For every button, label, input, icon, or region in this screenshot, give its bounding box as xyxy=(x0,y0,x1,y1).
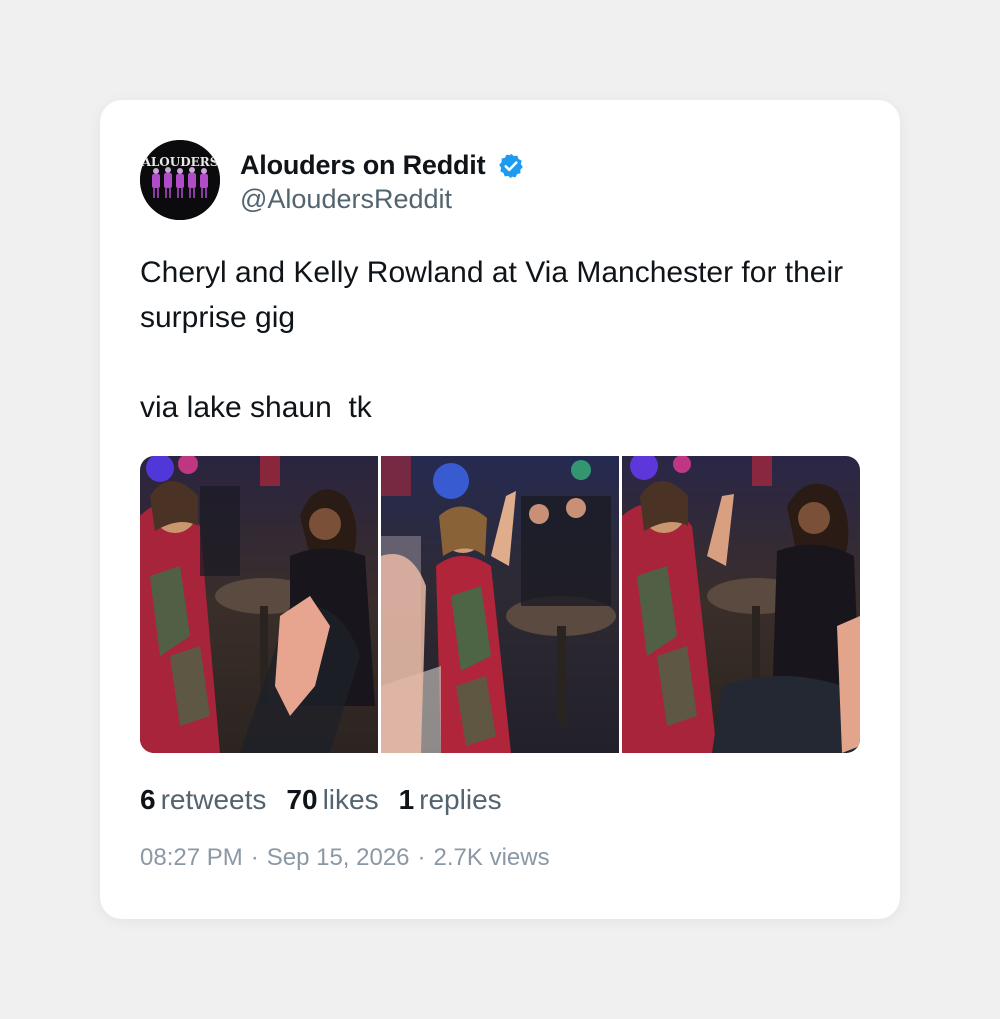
retweets-count: 6 xyxy=(140,784,156,815)
media-photo-3[interactable] xyxy=(622,456,860,753)
likes-label: likes xyxy=(322,784,379,815)
tweet-views[interactable]: 2.7K views xyxy=(434,844,550,872)
likes-stat[interactable]: 70 likes xyxy=(286,784,378,816)
media-gallery xyxy=(140,456,860,753)
name-row: Alouders on Reddit xyxy=(240,146,525,186)
media-photo-1[interactable] xyxy=(140,456,378,753)
meta-separator: · xyxy=(250,844,259,871)
tweet-meta: 08:27 PM · Sep 15, 2026 · 2.7K views xyxy=(140,844,550,872)
replies-label: replies xyxy=(419,784,502,815)
retweets-stat[interactable]: 6 retweets xyxy=(140,784,266,816)
meta-separator: · xyxy=(417,844,426,871)
tweet-date[interactable]: Sep 15, 2026 xyxy=(267,844,410,872)
tweet-header: ALOUDERS Alouders on Reddit @AloudersRed… xyxy=(140,140,525,220)
display-name[interactable]: Alouders on Reddit xyxy=(240,150,486,181)
tweet-card: ALOUDERS Alouders on Reddit @AloudersRed… xyxy=(100,100,900,919)
author-identity: Alouders on Reddit @AloudersReddit xyxy=(240,146,525,215)
tweet-time[interactable]: 08:27 PM xyxy=(140,844,243,872)
media-photo-2[interactable] xyxy=(381,456,619,753)
likes-count: 70 xyxy=(286,784,318,815)
replies-stat[interactable]: 1 replies xyxy=(399,784,502,816)
replies-count: 1 xyxy=(398,784,415,815)
tweet-text: Cheryl and Kelly Rowland at Via Manchest… xyxy=(140,256,844,424)
avatar-logo-text: ALOUDERS xyxy=(141,155,219,169)
retweets-label: retweets xyxy=(160,784,267,815)
avatar[interactable]: ALOUDERS xyxy=(140,140,220,220)
engagement-stats: 6 retweets 70 likes 1 replies xyxy=(140,784,522,816)
verified-badge-icon xyxy=(497,152,525,180)
avatar-image: ALOUDERS xyxy=(140,140,220,220)
handle[interactable]: @AloudersReddit xyxy=(240,184,525,215)
